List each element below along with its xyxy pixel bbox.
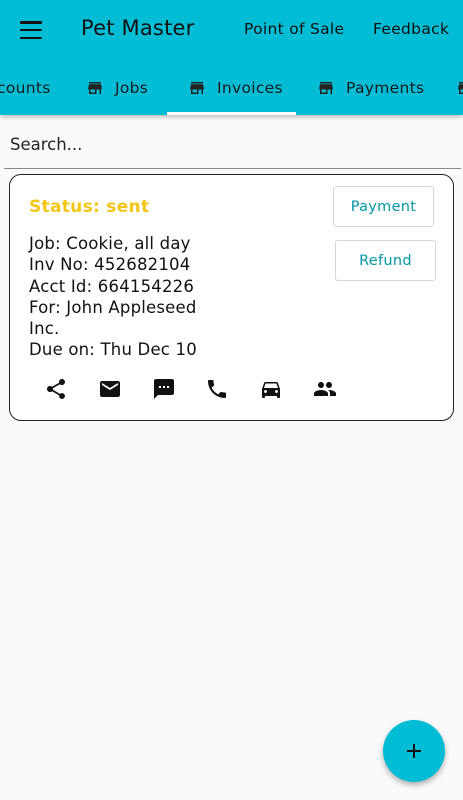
tab-label: Invoices <box>217 78 283 97</box>
tab-bar: counts Jobs Invoices Payments <box>0 60 463 115</box>
tab-jobs[interactable]: Jobs <box>85 60 148 115</box>
account-id-line: Acct Id: 664154226 <box>29 276 195 296</box>
payment-button[interactable]: Payment <box>333 186 434 227</box>
status-label: Status: sent <box>29 197 150 217</box>
tab-label: Jobs <box>115 78 149 97</box>
car-icon[interactable] <box>257 375 285 403</box>
customer-line: For: John Appleseed <box>29 297 197 317</box>
tab-payments[interactable]: Payments <box>316 60 424 115</box>
toolbar: Pet Master Point of Sale Feedback <box>0 0 463 60</box>
tab-overflow[interactable] <box>455 60 463 115</box>
store-icon <box>190 81 204 94</box>
share-icon[interactable] <box>42 375 70 403</box>
invoice-details: Job: Cookie, all day Inv No: 452682104 A… <box>29 233 239 361</box>
email-icon[interactable] <box>96 375 124 403</box>
invoice-card[interactable]: Status: sent Job: Cookie, all day Inv No… <box>9 174 454 421</box>
people-icon[interactable] <box>311 375 339 403</box>
tab-indicator <box>167 112 296 115</box>
point-of-sale-button[interactable]: Point of Sale <box>244 20 344 38</box>
app-title: Pet Master <box>81 16 195 40</box>
refund-button[interactable]: Refund <box>335 240 436 281</box>
add-button[interactable] <box>383 720 445 782</box>
app-bar: Pet Master Point of Sale Feedback counts… <box>0 0 463 115</box>
due-date-line: Due on: Thu Dec 10 <box>29 340 197 360</box>
message-icon[interactable] <box>150 375 178 403</box>
store-icon <box>88 81 102 94</box>
search-input[interactable] <box>4 121 461 169</box>
tab-invoices[interactable]: Invoices <box>187 60 283 115</box>
tab-label: Payments <box>346 78 425 97</box>
store-icon <box>458 81 463 94</box>
job-line: Job: Cookie, all day <box>29 234 191 253</box>
menu-icon[interactable] <box>18 18 44 42</box>
invoice-actions <box>10 375 455 403</box>
customer-line-continued: Inc. <box>29 319 60 339</box>
invoice-number-line: Inv No: 452682104 <box>29 255 191 275</box>
tab-label: counts <box>0 78 51 97</box>
store-icon <box>319 81 333 94</box>
add-icon <box>407 744 421 758</box>
phone-icon[interactable] <box>203 375 231 403</box>
feedback-button[interactable]: Feedback <box>373 20 449 38</box>
tab-accounts[interactable]: counts <box>0 60 51 115</box>
